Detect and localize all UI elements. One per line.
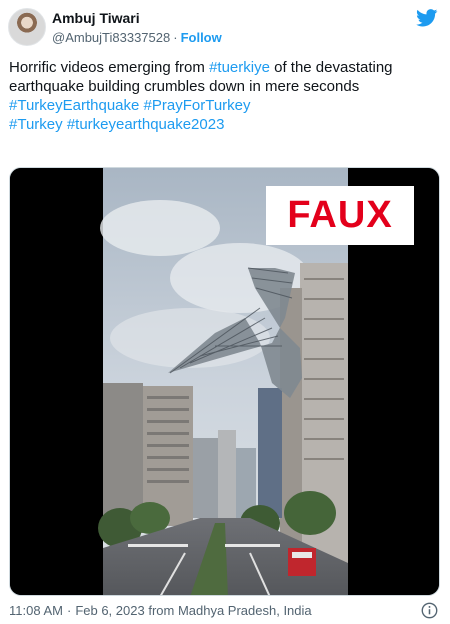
twitter-bird-icon[interactable] (416, 9, 438, 27)
tweet-date[interactable]: Feb 6, 2023 (75, 603, 144, 618)
user-handle[interactable]: @AmbujTi83337528 (52, 30, 170, 45)
hashtag-pray-for-turkey[interactable]: #PrayForTurkey (144, 97, 251, 114)
tweet-text: Horrific videos emerging from #tuerkiye … (9, 58, 439, 134)
separator-dot: · (66, 603, 72, 618)
tweet-text-part: Horrific videos emerging from (9, 59, 210, 76)
info-icon[interactable] (421, 602, 438, 619)
handle-row: @AmbujTi83337528 · Follow (52, 29, 222, 46)
hashtag-tuerkiye[interactable]: #tuerkiye (209, 59, 270, 76)
avatar[interactable] (8, 8, 46, 46)
follow-button[interactable]: Follow (181, 30, 222, 45)
hashtag-turkey-earthquake[interactable]: #TurkeyEarthquake (9, 97, 139, 114)
user-info: Ambuj Tiwari @AmbujTi83337528 · Follow (52, 10, 222, 46)
display-name[interactable]: Ambuj Tiwari (52, 10, 222, 27)
tweet-time[interactable]: 11:08 AM (9, 603, 63, 618)
tweet-card: Ambuj Tiwari @AmbujTi83337528 · Follow Hor… (0, 0, 450, 624)
faux-stamp-text: FAUX (287, 194, 393, 236)
tweet-footer: 11:08 AM · Feb 6, 2023 from Madhya Pradesh… (9, 603, 312, 618)
separator-dot: · (173, 30, 178, 45)
hashtag-turkey[interactable]: #Turkey (9, 116, 63, 133)
tweet-source: from Madhya Pradesh, India (148, 603, 312, 618)
hashtag-turkeyearthquake2023[interactable]: #turkeyearthquake2023 (67, 116, 225, 133)
faux-stamp: FAUX (266, 186, 414, 245)
